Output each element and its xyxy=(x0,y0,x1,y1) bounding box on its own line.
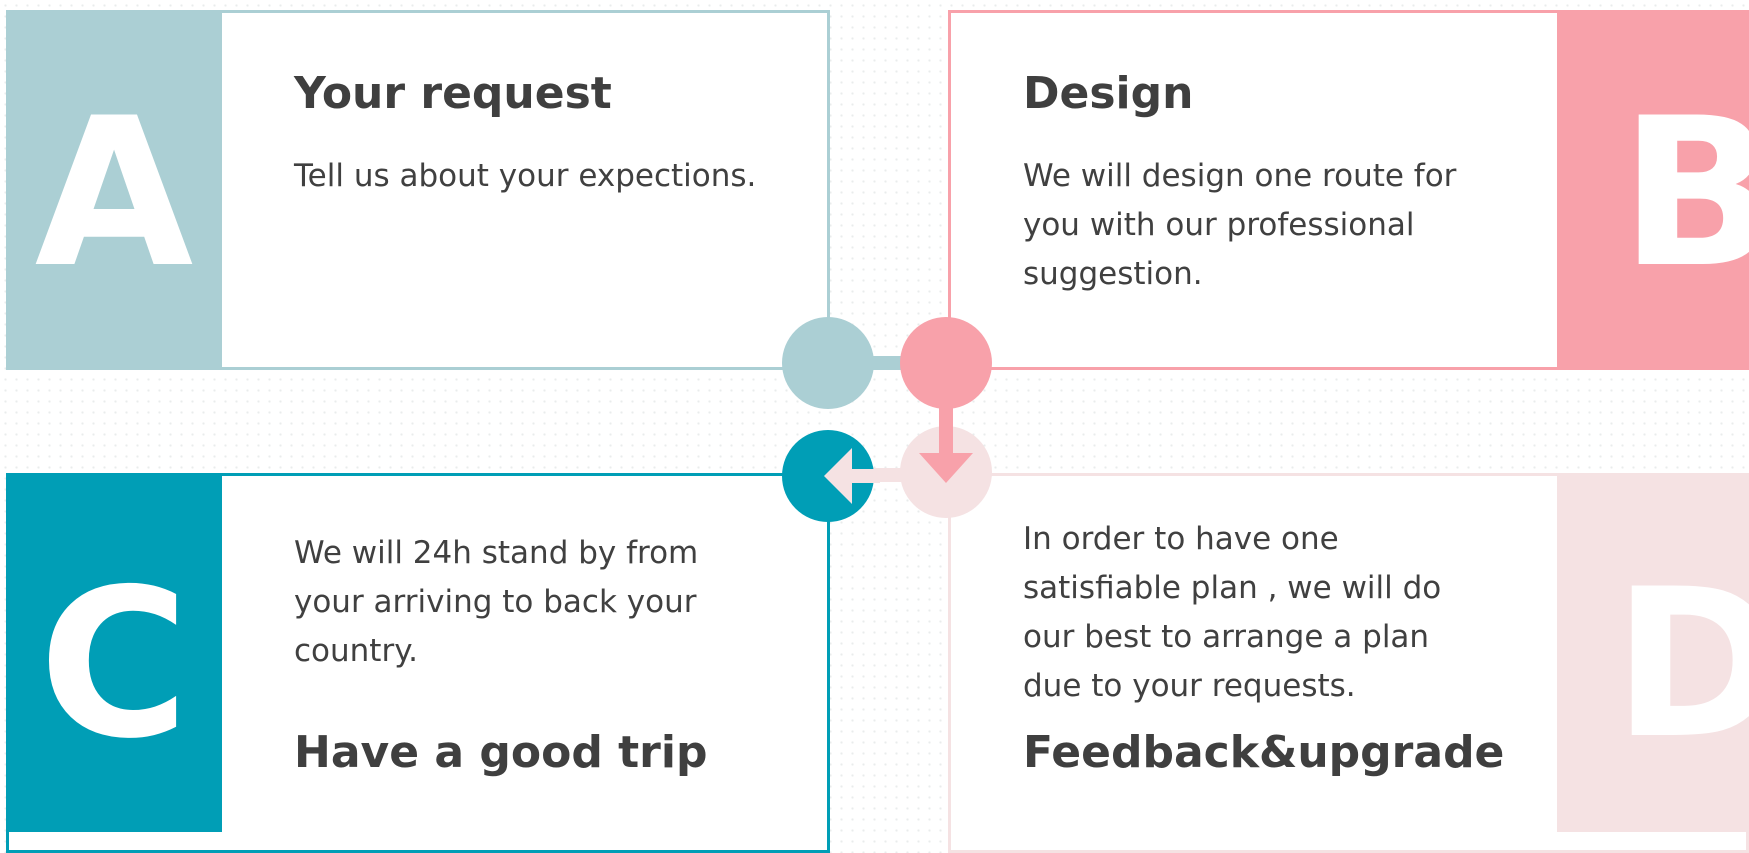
arrow-d-to-c-shaft-inner xyxy=(850,469,880,483)
flow-connector xyxy=(782,317,992,522)
node-a-circle xyxy=(782,317,874,409)
node-b-circle xyxy=(900,317,992,409)
arrow-b-to-d-shaft xyxy=(939,405,953,455)
